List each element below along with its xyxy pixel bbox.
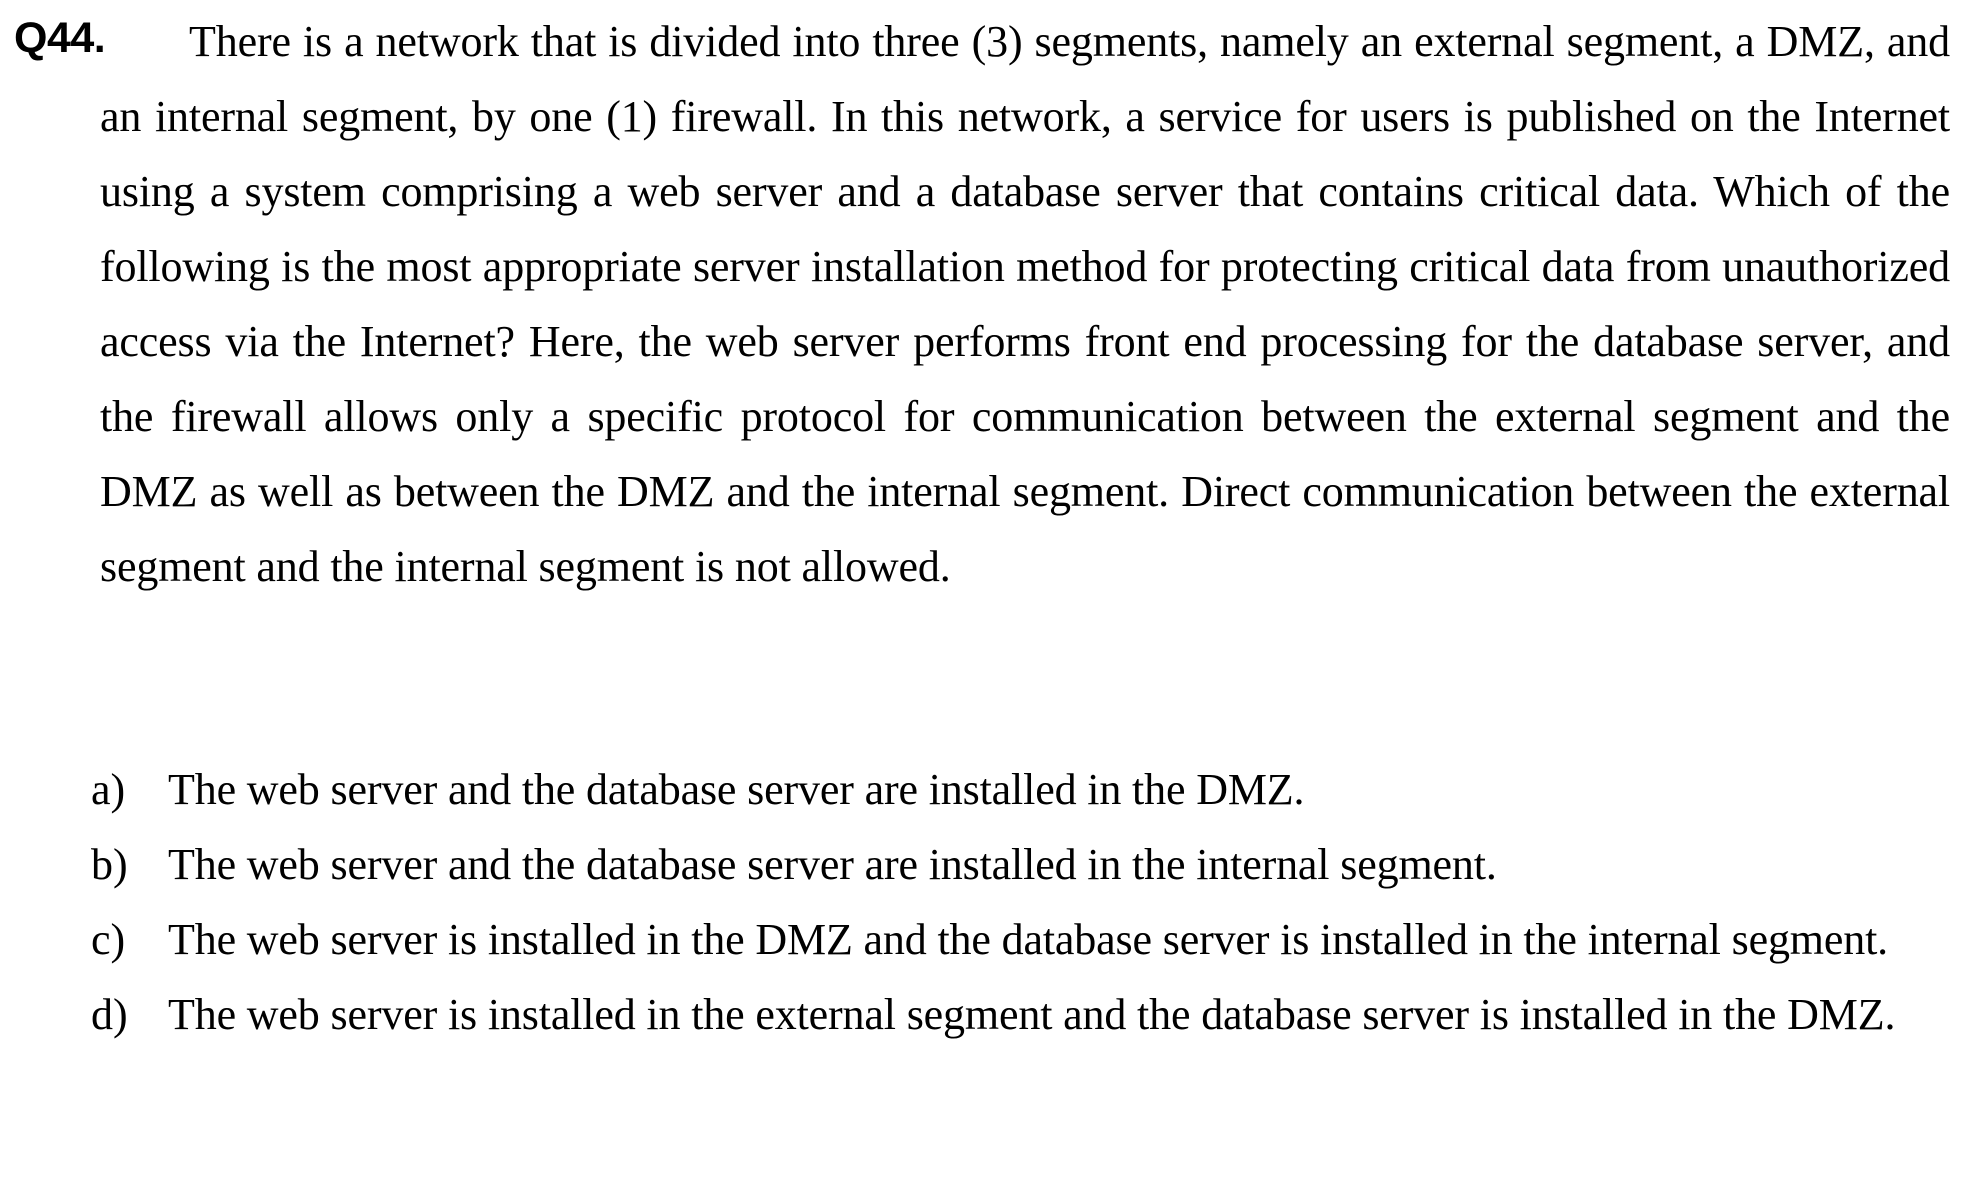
option-text: The web server is installed in the exter…: [168, 990, 1896, 1039]
option-text: The web server and the database server a…: [168, 840, 1497, 889]
option-letter: b): [91, 840, 128, 889]
exam-question: Q44. There is a network that is divided …: [0, 0, 1963, 1194]
option-a: a) The web server and the database serve…: [0, 752, 1963, 827]
option-letter: d): [91, 990, 128, 1039]
option-d: d) The web server is installed in the ex…: [0, 977, 1963, 1052]
option-text: The web server and the database server a…: [168, 765, 1305, 814]
question-number: Q44.: [14, 14, 106, 62]
option-letter: a): [91, 765, 126, 814]
answer-options: a) The web server and the database serve…: [0, 752, 1963, 1052]
option-b: b) The web server and the database serve…: [0, 827, 1963, 902]
option-letter: c): [91, 915, 126, 964]
option-c: c) The web server is installed in the DM…: [0, 902, 1963, 977]
question-text: There is a network that is divided into …: [100, 17, 1950, 591]
option-text: The web server is installed in the DMZ a…: [168, 915, 1889, 964]
